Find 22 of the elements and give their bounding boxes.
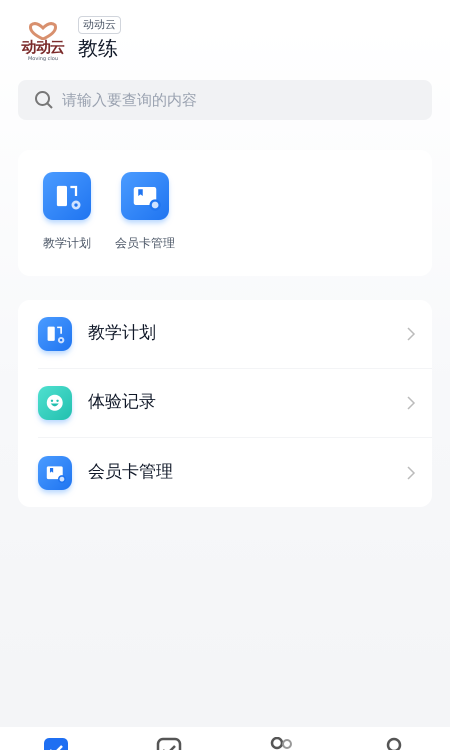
chevron-right-icon (406, 326, 416, 342)
shortcut-label[interactable]: 会员卡管理 (115, 234, 175, 252)
menu-label: 教学计划 (88, 322, 157, 346)
card-gear-icon (121, 172, 169, 220)
menu-item[interactable]: 会员卡管理 (38, 438, 432, 507)
document-gear-icon (43, 172, 91, 220)
search-icon (34, 90, 54, 110)
heart-icon (28, 22, 58, 40)
page-title: 教练 (78, 35, 118, 62)
menu-label: 体验记录 (88, 391, 157, 414)
menu-item[interactable]: 教学计划 (38, 300, 432, 369)
tag: 动动云 (78, 16, 121, 34)
smiley-icon (38, 386, 72, 420)
shortcut-label[interactable]: 教学计划 (43, 234, 91, 252)
card-gear-icon (38, 456, 72, 490)
search-field[interactable]: 请输入要查询的内容 (18, 80, 432, 120)
menu-label: 会员卡管理 (88, 460, 174, 484)
chevron-right-icon (406, 464, 416, 480)
chevron-right-icon (406, 395, 416, 411)
document-gear-icon (38, 317, 72, 351)
logo-text: 动动云 (22, 40, 64, 55)
menu-item[interactable]: 体验记录 (38, 369, 432, 438)
